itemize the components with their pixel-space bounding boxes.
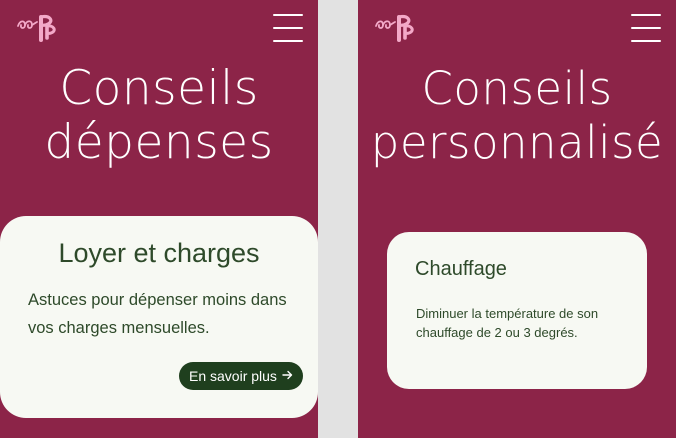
page-title-line2: personnalisé <box>370 116 664 169</box>
menu-bar-bottom <box>273 40 303 42</box>
brand-logo-icon[interactable] <box>374 12 418 42</box>
page-title: Conseils dépenses <box>0 62 318 170</box>
button-label: En savoir plus <box>189 368 277 384</box>
page-title-line1: Conseils <box>59 61 259 116</box>
advice-card-chauffage[interactable]: Chauffage Diminuer la température de son… <box>387 232 647 389</box>
advice-card-loyer: Loyer et charges Astuces pour dépenser m… <box>0 216 318 418</box>
hamburger-menu-icon[interactable] <box>631 12 661 44</box>
menu-bar-middle <box>273 27 303 29</box>
page-title-line1: Conseils <box>421 62 613 115</box>
page-title: Conseils personnalisé <box>358 62 676 170</box>
arrow-right-icon <box>282 362 293 390</box>
screen-conseils-personnalise: Conseils personnalisé Chauffage Diminuer… <box>358 0 676 438</box>
menu-bar-top <box>273 14 303 16</box>
brand-logo-icon[interactable] <box>16 12 60 42</box>
en-savoir-plus-button[interactable]: En savoir plus <box>179 362 303 390</box>
menu-bar-bottom <box>631 40 661 42</box>
menu-bar-top <box>631 14 661 16</box>
page-title-line2: dépenses <box>44 115 274 170</box>
card-title: Loyer et charges <box>58 238 260 268</box>
menu-bar-middle <box>631 27 661 29</box>
screen-conseils-depenses: Conseils dépenses Loyer et charges Astuc… <box>0 0 318 438</box>
app-root: Conseils dépenses Loyer et charges Astuc… <box>0 0 676 438</box>
card-description: Diminuer la température de son chauffage… <box>416 306 599 340</box>
card-description: Astuces pour dépenser moins dans vos cha… <box>28 291 287 337</box>
hamburger-menu-icon[interactable] <box>273 12 303 44</box>
card-title: Chauffage <box>415 258 507 280</box>
